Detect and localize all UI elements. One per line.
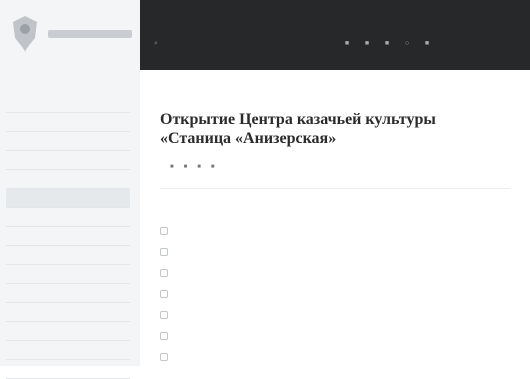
sidebar-item-active[interactable] bbox=[6, 189, 130, 208]
sidebar-item[interactable] bbox=[6, 113, 130, 132]
social-icons: ■ ■ ■ ○ ■ bbox=[342, 38, 432, 48]
tag-icon bbox=[160, 331, 168, 340]
main-content: Открытие Центра казачьей культуры «Стани… bbox=[140, 70, 530, 366]
facebook-icon[interactable]: ■ bbox=[362, 38, 372, 48]
share-bar: ■ ■ ■ ■ bbox=[160, 164, 215, 170]
page-title: Открытие Центра казачьей культуры «Стани… bbox=[160, 111, 436, 147]
ticket-icon bbox=[160, 289, 168, 298]
info-row bbox=[160, 346, 520, 367]
divider bbox=[160, 188, 510, 189]
header-search[interactable]: ⌕ bbox=[154, 40, 164, 48]
category-icon bbox=[160, 352, 168, 361]
sidebar-item[interactable] bbox=[6, 151, 130, 170]
info-row bbox=[160, 325, 520, 346]
sidebar-item[interactable] bbox=[6, 132, 130, 151]
twitter-icon[interactable]: ■ bbox=[382, 38, 392, 48]
sidebar bbox=[0, 70, 140, 379]
sidebar-item[interactable] bbox=[6, 208, 130, 227]
age-icon bbox=[160, 310, 168, 319]
top-bar: ⌕ ■ ■ ■ ○ ■ bbox=[140, 0, 530, 70]
calendar-icon bbox=[160, 226, 168, 235]
sidebar-item[interactable] bbox=[6, 265, 130, 284]
sidebar-item[interactable] bbox=[6, 170, 130, 189]
site-name bbox=[48, 30, 132, 38]
facebook-icon[interactable]: ■ bbox=[184, 164, 188, 170]
info-row bbox=[160, 283, 520, 304]
sidebar-item[interactable] bbox=[6, 284, 130, 303]
sidebar-item[interactable] bbox=[6, 94, 130, 113]
vk-icon[interactable]: ■ bbox=[342, 38, 352, 48]
instagram-icon[interactable]: ○ bbox=[402, 38, 412, 48]
sidebar-menu bbox=[6, 94, 130, 379]
logo-area[interactable] bbox=[0, 0, 140, 70]
info-row bbox=[160, 241, 520, 262]
sidebar-item[interactable] bbox=[6, 303, 130, 322]
location-icon bbox=[160, 268, 168, 277]
search-icon[interactable]: ⌕ bbox=[154, 40, 158, 48]
info-row bbox=[160, 304, 520, 325]
vk-icon[interactable]: ■ bbox=[170, 164, 174, 170]
twitter-icon[interactable]: ■ bbox=[197, 164, 201, 170]
info-row bbox=[160, 262, 520, 283]
sidebar-item[interactable] bbox=[6, 246, 130, 265]
sidebar-item[interactable] bbox=[6, 360, 130, 379]
ok-icon[interactable]: ■ bbox=[211, 164, 215, 170]
ok-icon[interactable]: ■ bbox=[422, 38, 432, 48]
event-info bbox=[160, 220, 520, 367]
sidebar-item[interactable] bbox=[6, 322, 130, 341]
info-row bbox=[160, 220, 520, 241]
building-icon bbox=[160, 247, 168, 256]
crest-icon bbox=[13, 16, 37, 52]
sidebar-item[interactable] bbox=[6, 341, 130, 360]
sidebar-item[interactable] bbox=[6, 227, 130, 246]
